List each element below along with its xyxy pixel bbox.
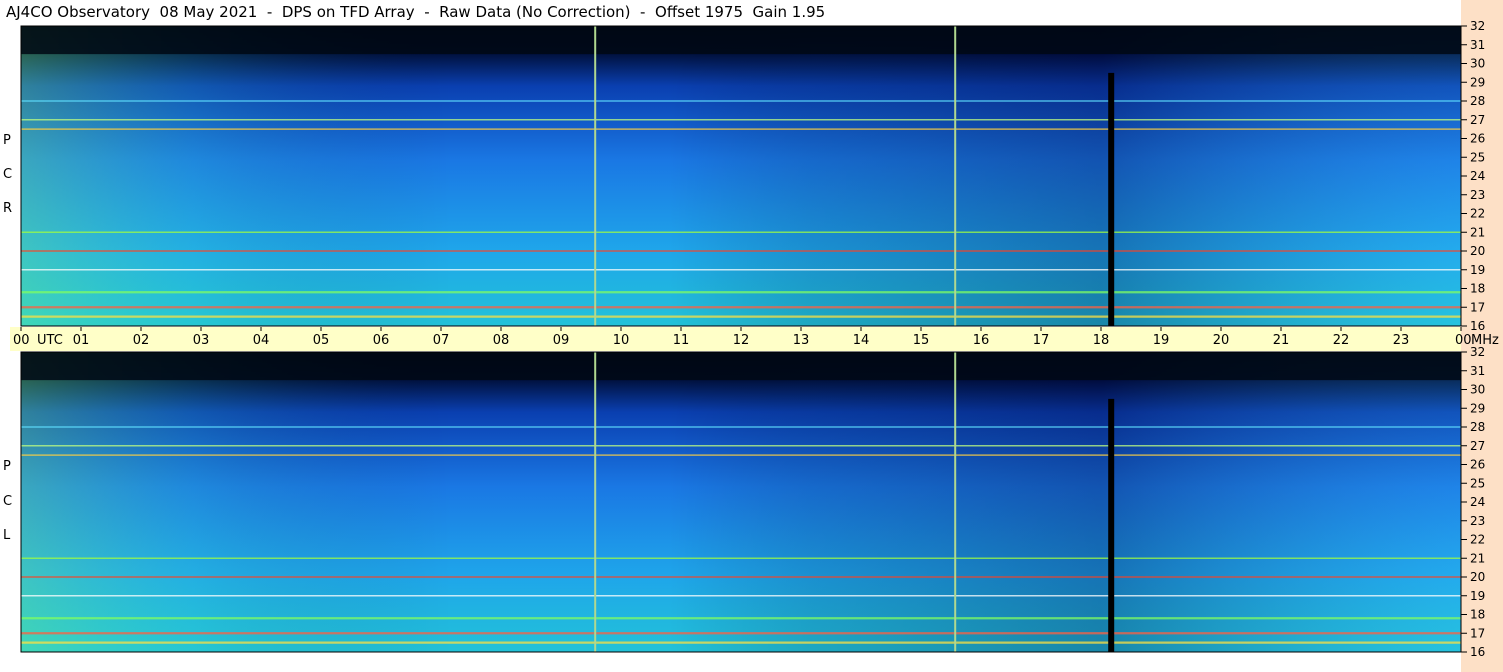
frequency-tick-label: 22 xyxy=(1470,533,1485,547)
utc-tick-label: UTC xyxy=(37,333,63,348)
utc-tick-label: MHz xyxy=(1471,333,1499,348)
frequency-tick-label: 22 xyxy=(1470,207,1485,221)
utc-tick-label: 08 xyxy=(493,333,510,348)
frequency-tick-label: 23 xyxy=(1470,514,1485,528)
frequency-tick-label: 31 xyxy=(1470,364,1485,378)
frequency-tick-label: 29 xyxy=(1470,401,1485,415)
frequency-tick-label: 17 xyxy=(1470,300,1485,314)
frequency-tick-label: 32 xyxy=(1470,19,1485,33)
frequency-tick-label: 27 xyxy=(1470,439,1485,453)
utc-tick-label: 07 xyxy=(433,333,450,348)
frequency-tick-label: 28 xyxy=(1470,94,1485,108)
frequency-tick-label: 20 xyxy=(1470,570,1485,584)
frequency-tick-label: 31 xyxy=(1470,38,1485,52)
utc-tick-label: 06 xyxy=(373,333,390,348)
frequency-tick-label: 21 xyxy=(1470,225,1485,239)
frequency-tick-label: 30 xyxy=(1470,57,1485,71)
utc-tick-label: 02 xyxy=(133,333,150,348)
utc-tick-label: 21 xyxy=(1273,333,1290,348)
frequency-tick-label: 24 xyxy=(1470,169,1485,183)
utc-tick-label: 05 xyxy=(313,333,330,348)
utc-tick-label: 14 xyxy=(853,333,870,348)
frequency-tick-label: 19 xyxy=(1470,263,1485,277)
utc-tick-label: 00 xyxy=(1455,333,1472,348)
utc-tick-label: 15 xyxy=(913,333,930,348)
utc-tick-label: 18 xyxy=(1093,333,1110,348)
utc-tick-label: 23 xyxy=(1393,333,1410,348)
frequency-tick-label: 18 xyxy=(1470,608,1485,622)
frequency-tick-label: 23 xyxy=(1470,188,1485,202)
utc-tick-label: 04 xyxy=(253,333,270,348)
utc-tick-label: 20 xyxy=(1213,333,1230,348)
utc-tick-label: 11 xyxy=(673,333,690,348)
frequency-tick-label: 20 xyxy=(1470,244,1485,258)
utc-tick-label: 13 xyxy=(793,333,810,348)
utc-tick-label: 16 xyxy=(973,333,990,348)
utc-tick-label: 03 xyxy=(193,333,210,348)
frequency-tick-label: 25 xyxy=(1470,476,1485,490)
panel-frame xyxy=(20,25,1462,327)
utc-tick-label: 22 xyxy=(1333,333,1350,348)
frequency-tick-label: 26 xyxy=(1470,132,1485,146)
utc-tick-label: 19 xyxy=(1153,333,1170,348)
frequency-tick-label: 18 xyxy=(1470,282,1485,296)
frequency-tick-label: 27 xyxy=(1470,113,1485,127)
utc-tick-label: 00 xyxy=(13,333,30,348)
frequency-tick-label: 21 xyxy=(1470,551,1485,565)
frequency-tick-label: 16 xyxy=(1470,319,1485,333)
axis-labels: 16 17 18 19 20 21 22 23 24 25 26 27 28 29 30 31 32 16 17 18… xyxy=(13,19,1499,659)
utc-tick-label: 17 xyxy=(1033,333,1050,348)
utc-tick-label: 10 xyxy=(613,333,630,348)
panel-frame xyxy=(20,351,1462,653)
utc-tick-label: 01 xyxy=(73,333,90,348)
frequency-tick-label: 28 xyxy=(1470,420,1485,434)
frequency-tick-label: 19 xyxy=(1470,589,1485,603)
utc-tick-label: 12 xyxy=(733,333,750,348)
frequency-tick-label: 25 xyxy=(1470,150,1485,164)
frequency-tick-label: 26 xyxy=(1470,458,1485,472)
utc-tick-label: 09 xyxy=(553,333,570,348)
frequency-tick-label: 17 xyxy=(1470,626,1485,640)
frequency-tick-label: 16 xyxy=(1470,645,1485,659)
frequency-tick-label: 29 xyxy=(1470,75,1485,89)
frequency-tick-label: 24 xyxy=(1470,495,1485,509)
frequency-tick-label: 30 xyxy=(1470,383,1485,397)
